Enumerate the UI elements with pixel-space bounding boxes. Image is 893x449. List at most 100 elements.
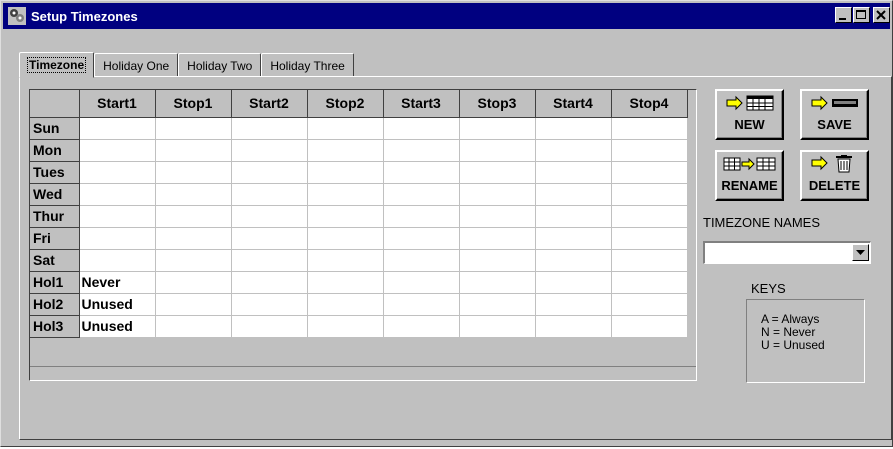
grid-cell[interactable] [307, 205, 384, 228]
grid-cell[interactable] [535, 271, 612, 294]
grid-cell[interactable] [611, 205, 688, 228]
grid-cell[interactable] [155, 139, 232, 162]
grid-cell[interactable] [231, 249, 308, 272]
column-header-stop3[interactable]: Stop3 [459, 90, 536, 118]
grid-cell[interactable] [383, 271, 460, 294]
grid-cell[interactable] [383, 161, 460, 184]
grid-cell[interactable] [535, 139, 612, 162]
grid-cell[interactable] [383, 205, 460, 228]
grid-cell[interactable] [307, 139, 384, 162]
grid-cell[interactable] [611, 315, 688, 338]
grid-cell[interactable] [231, 271, 308, 294]
column-header-stop4[interactable]: Stop4 [611, 90, 688, 118]
setup-app-icon[interactable] [6, 5, 28, 27]
grid-cell[interactable] [611, 293, 688, 316]
tab-holiday-three[interactable]: Holiday Three [261, 53, 354, 77]
grid-cell[interactable] [383, 293, 460, 316]
row-header-mon[interactable]: Mon [30, 139, 80, 162]
grid-cell[interactable] [155, 315, 232, 338]
grid-cell[interactable] [307, 183, 384, 206]
delete-button[interactable]: DELETE [800, 150, 869, 201]
grid-cell[interactable] [231, 293, 308, 316]
column-header-stop1[interactable]: Stop1 [155, 90, 232, 118]
grid-cell[interactable] [535, 117, 612, 140]
new-button[interactable]: NEW [715, 89, 784, 140]
grid-cell[interactable] [459, 315, 536, 338]
grid-cell[interactable] [155, 161, 232, 184]
grid-cell[interactable] [155, 271, 232, 294]
grid-cell[interactable] [383, 249, 460, 272]
grid-cell[interactable] [535, 249, 612, 272]
grid-cell[interactable] [383, 227, 460, 250]
row-header-fri[interactable]: Fri [30, 227, 80, 250]
grid-cell[interactable] [383, 183, 460, 206]
grid-cell[interactable] [231, 117, 308, 140]
grid-cell[interactable] [155, 117, 232, 140]
grid-cell[interactable] [155, 205, 232, 228]
grid-cell[interactable] [79, 117, 156, 140]
grid-cell[interactable] [307, 117, 384, 140]
grid-cell[interactable] [231, 183, 308, 206]
grid-cell[interactable] [535, 183, 612, 206]
grid-cell[interactable] [535, 227, 612, 250]
grid-cell[interactable]: Unused [79, 293, 156, 316]
grid-cell[interactable] [611, 183, 688, 206]
grid-cell[interactable] [79, 183, 156, 206]
row-header-hol2[interactable]: Hol2 [30, 293, 80, 316]
grid-cell[interactable] [459, 139, 536, 162]
grid-cell[interactable] [231, 161, 308, 184]
grid-cell[interactable] [307, 161, 384, 184]
minimize-button[interactable] [835, 7, 852, 23]
grid-cell[interactable] [459, 183, 536, 206]
grid-cell[interactable] [383, 117, 460, 140]
row-header-thur[interactable]: Thur [30, 205, 80, 228]
grid-cell[interactable] [383, 315, 460, 338]
grid-cell[interactable] [307, 249, 384, 272]
grid-cell[interactable] [611, 139, 688, 162]
tab-holiday-one[interactable]: Holiday One [94, 53, 179, 77]
grid-cell[interactable]: Never [79, 271, 156, 294]
column-header-stop2[interactable]: Stop2 [307, 90, 384, 118]
grid-cell[interactable] [231, 315, 308, 338]
grid-cell[interactable] [535, 315, 612, 338]
timezone-names-dropdown[interactable] [703, 241, 871, 264]
column-header-start2[interactable]: Start2 [231, 90, 308, 118]
row-header-hol3[interactable]: Hol3 [30, 315, 80, 338]
grid-cell[interactable] [459, 249, 536, 272]
grid-cell[interactable] [611, 227, 688, 250]
grid-cell[interactable] [307, 271, 384, 294]
grid-cell[interactable] [79, 161, 156, 184]
grid-cell[interactable] [307, 293, 384, 316]
row-header-hol1[interactable]: Hol1 [30, 271, 80, 294]
grid-cell[interactable] [611, 161, 688, 184]
dropdown-button[interactable] [852, 244, 869, 261]
grid-cell[interactable] [535, 293, 612, 316]
grid-cell[interactable] [459, 205, 536, 228]
grid-cell[interactable] [535, 161, 612, 184]
grid-cell[interactable] [611, 117, 688, 140]
save-button[interactable]: SAVE [800, 89, 869, 140]
grid-cell[interactable] [307, 227, 384, 250]
maximize-button[interactable] [853, 7, 870, 23]
grid-cell[interactable] [535, 205, 612, 228]
close-button[interactable] [873, 7, 890, 23]
grid-cell[interactable] [155, 293, 232, 316]
grid-cell[interactable] [231, 227, 308, 250]
column-header-start3[interactable]: Start3 [383, 90, 460, 118]
row-header-sun[interactable]: Sun [30, 117, 80, 140]
row-header-sat[interactable]: Sat [30, 249, 80, 272]
grid-cell[interactable] [79, 205, 156, 228]
grid-cell[interactable] [155, 227, 232, 250]
grid-cell[interactable] [155, 183, 232, 206]
grid-cell[interactable] [611, 249, 688, 272]
rename-button[interactable]: RENAME [715, 150, 784, 201]
grid-cell[interactable] [231, 139, 308, 162]
row-header-tues[interactable]: Tues [30, 161, 80, 184]
tab-timezone[interactable]: Timezone [19, 52, 95, 78]
grid-cell[interactable]: Unused [79, 315, 156, 338]
column-header-start1[interactable]: Start1 [79, 90, 156, 118]
tab-holiday-two[interactable]: Holiday Two [178, 53, 262, 77]
grid-cell[interactable] [611, 271, 688, 294]
grid-cell[interactable] [459, 227, 536, 250]
column-header-start4[interactable]: Start4 [535, 90, 612, 118]
